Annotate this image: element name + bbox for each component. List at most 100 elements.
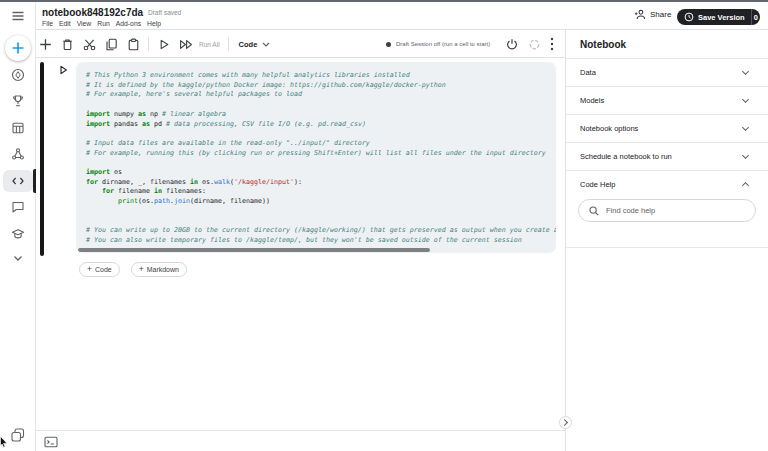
panel-section-code-help[interactable]: Code Help <box>566 170 768 198</box>
trash-icon <box>61 38 74 51</box>
cut-cell-button[interactable] <box>78 30 100 58</box>
code-editor-content[interactable]: # This Python 3 environment comes with m… <box>86 71 552 246</box>
sidebar-item-competitions[interactable] <box>0 90 35 112</box>
sidebar-item-home[interactable] <box>0 64 35 86</box>
notebook-toolbar: Run All Code Draft Session off (run a ce… <box>36 30 565 58</box>
code-help-search-input[interactable] <box>606 206 736 215</box>
comment-icon <box>11 200 25 214</box>
share-button[interactable]: Share <box>634 9 671 20</box>
cell-type-dropdown[interactable]: Code <box>239 40 271 49</box>
add-code-button[interactable]: +Code <box>79 262 120 277</box>
save-version-button[interactable]: Save Version 0 <box>677 9 760 25</box>
code-line <box>86 158 552 168</box>
chevron-down-icon <box>11 251 25 265</box>
chevron-down-icon <box>742 68 749 75</box>
menu-edit[interactable]: Edit <box>59 20 71 27</box>
menu-help[interactable]: Help <box>147 20 161 27</box>
kebab-menu-icon <box>550 37 554 51</box>
panel-section-label: Data <box>580 68 596 77</box>
window-top-edge <box>0 0 768 2</box>
code-icon <box>11 174 25 188</box>
graduation-cap-icon <box>11 227 25 241</box>
code-line: # You can also write temporary files to … <box>86 236 552 246</box>
delete-cell-button[interactable] <box>56 30 78 58</box>
session-refresh-button[interactable] <box>523 30 545 58</box>
code-line: import numpy as np # linear algebra <box>86 110 552 120</box>
toolbar-more-button[interactable] <box>545 30 559 58</box>
chevron-down-icon <box>742 152 749 159</box>
panel-section-label: Code Help <box>580 180 615 189</box>
code-line: import pandas as pd # data processing, C… <box>86 120 552 130</box>
session-status-text: Draft Session off (run a cell to start) <box>396 41 490 47</box>
sidebar-item-datasets[interactable] <box>0 117 35 139</box>
run-all-button[interactable] <box>175 30 197 58</box>
panel-section-label: Notebook options <box>580 124 638 133</box>
console-button[interactable] <box>44 434 58 451</box>
notebook-title[interactable]: notebook848192c7da <box>42 7 143 18</box>
sidebar-item-models[interactable] <box>0 143 35 165</box>
create-button[interactable] <box>0 34 35 61</box>
code-line: # You can write up to 20GB to the curren… <box>86 226 552 236</box>
menu-addons[interactable]: Add-ons <box>116 20 141 27</box>
hamburger-icon <box>11 10 25 22</box>
add-markdown-button[interactable]: +Markdown <box>131 262 187 277</box>
session-circle-icon <box>529 39 540 50</box>
menu-run[interactable]: Run <box>97 20 109 27</box>
play-icon <box>59 65 68 75</box>
sidebar-item-learn[interactable] <box>0 223 35 245</box>
hamburger-menu-button[interactable] <box>0 8 35 24</box>
chevron-down-icon <box>742 96 749 103</box>
play-icon <box>158 38 170 51</box>
panel-section-data[interactable]: Data <box>566 58 768 86</box>
panel-section-schedule-a-notebook-to-run[interactable]: Schedule a notebook to run <box>566 142 768 170</box>
menu-view[interactable]: View <box>77 20 92 27</box>
sidebar-item-discussions[interactable] <box>0 196 35 218</box>
panel-section-models[interactable]: Models <box>566 86 768 114</box>
code-line: # It is defined by the kaggle/python Doc… <box>86 81 552 91</box>
add-code-label: Code <box>95 266 112 273</box>
code-help-expanded-content <box>566 198 768 248</box>
code-line: for filename in filenames: <box>86 187 552 197</box>
run-cell-button[interactable] <box>153 30 175 58</box>
panel-title: Notebook <box>566 30 768 58</box>
session-status-dot <box>386 42 391 47</box>
mouse-cursor <box>0 436 9 448</box>
share-person-icon <box>634 9 646 20</box>
chevron-down-icon <box>742 124 749 131</box>
sidebar-more-button[interactable] <box>0 247 35 269</box>
plus-icon: + <box>87 265 92 274</box>
chevron-right-icon <box>561 419 568 426</box>
plus-icon <box>39 38 52 51</box>
code-help-search[interactable] <box>578 199 756 222</box>
sidebar-item-code[interactable] <box>0 170 35 192</box>
session-power-button[interactable] <box>501 30 523 58</box>
cell-focus-bar <box>40 62 44 256</box>
cell-type-value: Code <box>239 40 258 49</box>
cell-run-button[interactable] <box>57 64 69 76</box>
share-label: Share <box>650 10 671 19</box>
code-line: for dirname, _, filenames in os.walk('/k… <box>86 178 552 188</box>
toolbar-divider <box>148 37 149 51</box>
run-all-icon <box>179 38 194 51</box>
menu-bar: File Edit View Run Add-ons Help <box>42 20 161 27</box>
add-cell-button[interactable] <box>34 30 56 58</box>
paste-cell-button[interactable] <box>122 30 144 58</box>
plus-icon <box>11 41 25 55</box>
panel-section-notebook-options[interactable]: Notebook options <box>566 114 768 142</box>
top-header: notebook848192c7da Draft saved FileEditV… <box>36 0 768 30</box>
code-line <box>86 129 552 139</box>
version-count-badge[interactable]: 0 <box>752 13 760 22</box>
notebook-editor-area: # This Python 3 environment comes with m… <box>36 58 565 430</box>
code-line <box>86 207 552 217</box>
terminal-icon <box>44 436 58 448</box>
menu-file[interactable]: File <box>42 20 53 27</box>
panel-collapse-handle[interactable] <box>559 416 572 429</box>
copy-cell-button[interactable] <box>100 30 122 58</box>
datasets-icon <box>11 121 25 135</box>
kaggle-notebook-page: notebook848192c7da Draft saved FileEditV… <box>0 0 768 451</box>
code-cell[interactable]: # This Python 3 environment comes with m… <box>76 62 556 253</box>
panel-section-label: Schedule a notebook to run <box>580 152 672 161</box>
horizontal-scrollbar[interactable] <box>78 248 430 252</box>
toolbar-divider <box>228 37 229 51</box>
code-line: print(os.path.join(dirname, filename)) <box>86 197 552 207</box>
